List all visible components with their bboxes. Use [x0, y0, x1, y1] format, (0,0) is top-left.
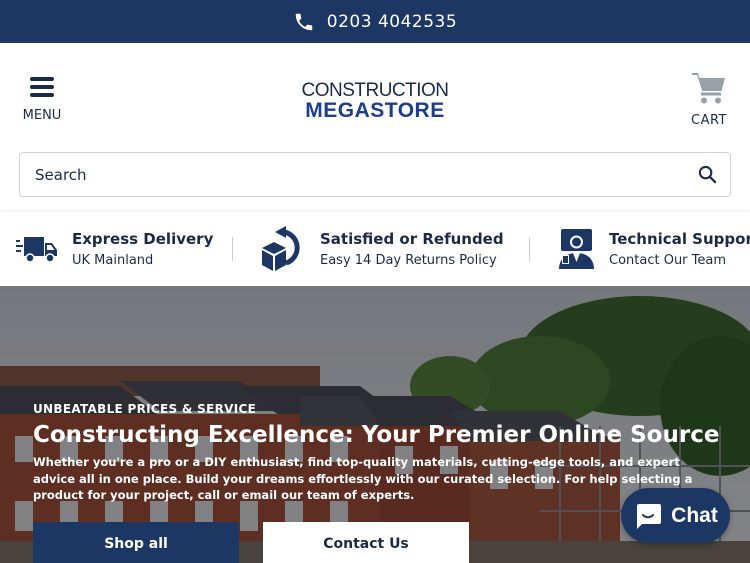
- usp-divider: [232, 237, 233, 261]
- search-bar: [19, 152, 731, 197]
- usp-title: Express Delivery: [72, 230, 214, 248]
- menu-button[interactable]: MENU: [18, 77, 66, 123]
- cart-button[interactable]: CART: [684, 71, 734, 128]
- returns-box-icon: [262, 226, 300, 271]
- hero-eyebrow: UNBEATABLE PRICES & SERVICE: [33, 402, 257, 416]
- chat-label: Chat: [671, 503, 718, 527]
- announcement-bar: 0203 4042535: [0, 0, 750, 43]
- truck-icon: [16, 237, 57, 263]
- cart-label: CART: [691, 113, 727, 128]
- usp-bar: Express Delivery UK Mainland Satisfied o…: [0, 212, 750, 286]
- menu-label: MENU: [22, 108, 62, 123]
- hamburger-icon: [30, 77, 54, 97]
- usp-item-support: Technical Support Contact Our Team: [558, 222, 750, 276]
- usp-subtitle: Contact Our Team: [609, 253, 727, 268]
- site-logo[interactable]: CONSTRUCTION MEGASTORE: [300, 81, 450, 121]
- chat-bubble-icon: [637, 503, 662, 529]
- hero-body-text: Whether you're a pro or a DIY enthusiast…: [33, 455, 693, 502]
- support-agent-icon: [559, 229, 594, 269]
- search-icon: [698, 165, 716, 184]
- usp-subtitle: Easy 14 Day Returns Policy: [320, 253, 497, 268]
- usp-subtitle: UK Mainland: [72, 253, 154, 268]
- usp-item-delivery: Express Delivery UK Mainland: [16, 222, 213, 276]
- usp-title: Satisfied or Refunded: [320, 230, 504, 248]
- search-button[interactable]: [684, 153, 730, 196]
- shop-all-button[interactable]: Shop all: [33, 522, 239, 563]
- phone-icon[interactable]: [293, 11, 315, 33]
- site-header: MENU CONSTRUCTION MEGASTORE CART: [0, 43, 750, 153]
- cart-icon: [692, 73, 725, 104]
- contact-us-button[interactable]: Contact Us: [263, 522, 469, 563]
- chat-widget-button[interactable]: Chat: [621, 488, 730, 543]
- phone-number-link[interactable]: 0203 4042535: [327, 12, 457, 32]
- usp-title: Technical Support: [609, 230, 750, 248]
- logo-line-1: CONSTRUCTION: [301, 80, 449, 101]
- usp-divider: [529, 237, 530, 261]
- hero-headline: Constructing Excellence: Your Premier On…: [33, 422, 720, 448]
- search-input[interactable]: [20, 153, 684, 196]
- usp-item-returns: Satisfied or Refunded Easy 14 Day Return…: [260, 222, 504, 276]
- logo-line-2: MEGASTORE: [305, 99, 445, 122]
